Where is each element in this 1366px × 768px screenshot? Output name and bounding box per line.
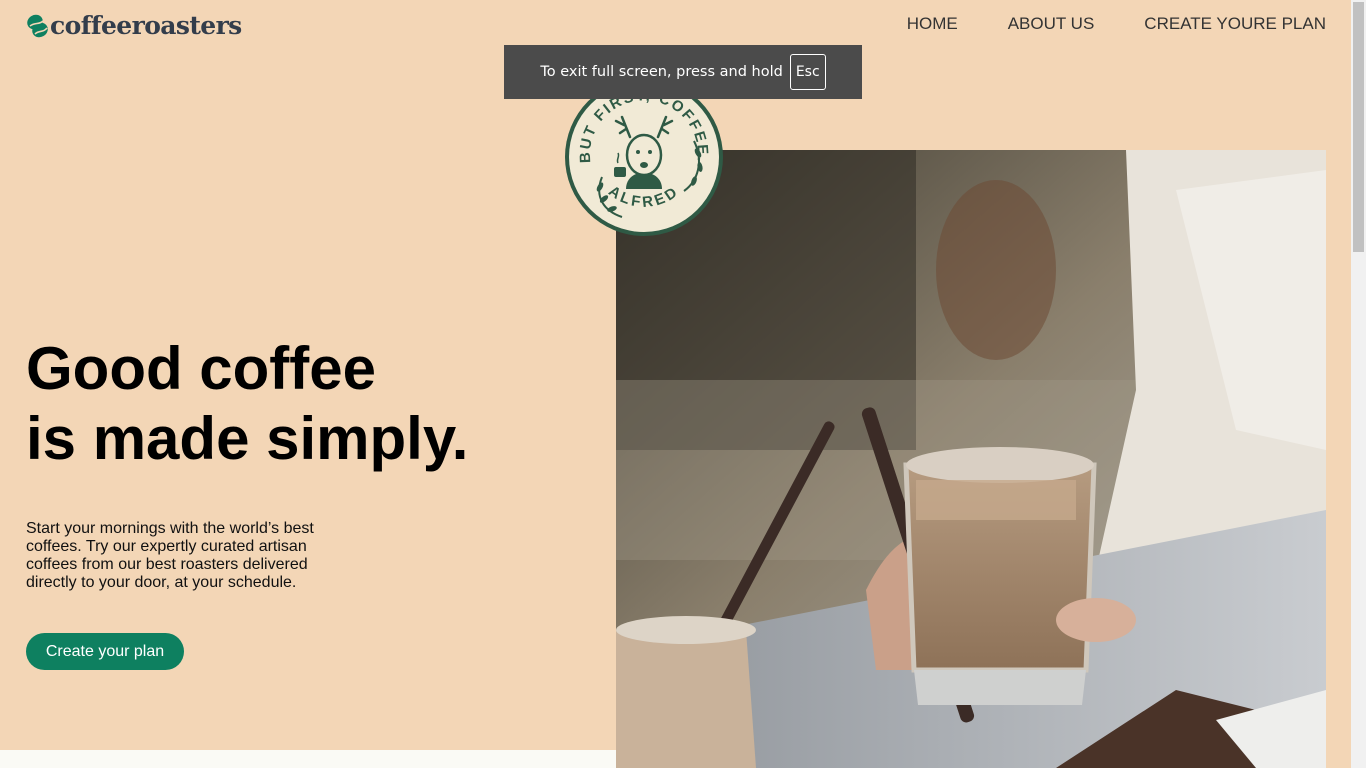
main-nav: HOME ABOUT US CREATE YOURE PLAN	[907, 14, 1326, 34]
page: coffeeroasters HOME ABOUT US CREATE YOUR…	[0, 0, 1351, 768]
brand-name: coffeeroasters	[50, 11, 242, 40]
hero-intro: Start your mornings with the world’s bes…	[26, 520, 314, 591]
scrollbar-thumb[interactable]	[1353, 2, 1364, 252]
nav-about-us[interactable]: ABOUT US	[1008, 14, 1095, 34]
nav-create-plan[interactable]: CREATE YOURE PLAN	[1144, 14, 1326, 34]
iced-coffee-photo	[616, 150, 1326, 768]
brand-stamp: BUT FIRST, COFFEE. ALFRED	[564, 77, 724, 237]
page-scrollbar[interactable]	[1351, 0, 1366, 768]
next-section-edge	[0, 750, 616, 768]
hero-headline-line1: Good coffee	[26, 335, 377, 402]
nav-home[interactable]: HOME	[907, 14, 958, 34]
hero-headline-line2: is made simply.	[26, 405, 469, 472]
esc-key-badge: Esc	[789, 54, 826, 90]
hero-photo	[616, 150, 1326, 768]
fullscreen-notice-text: To exit full screen, press and hold	[540, 64, 783, 80]
coffee-bean-icon	[27, 14, 48, 38]
create-plan-button[interactable]: Create your plan	[26, 633, 184, 670]
brand-logo[interactable]: coffeeroasters	[26, 11, 242, 41]
fullscreen-notice: To exit full screen, press and hold Esc	[504, 45, 862, 99]
hero-headline: Good coffee is made simply.	[26, 334, 468, 474]
